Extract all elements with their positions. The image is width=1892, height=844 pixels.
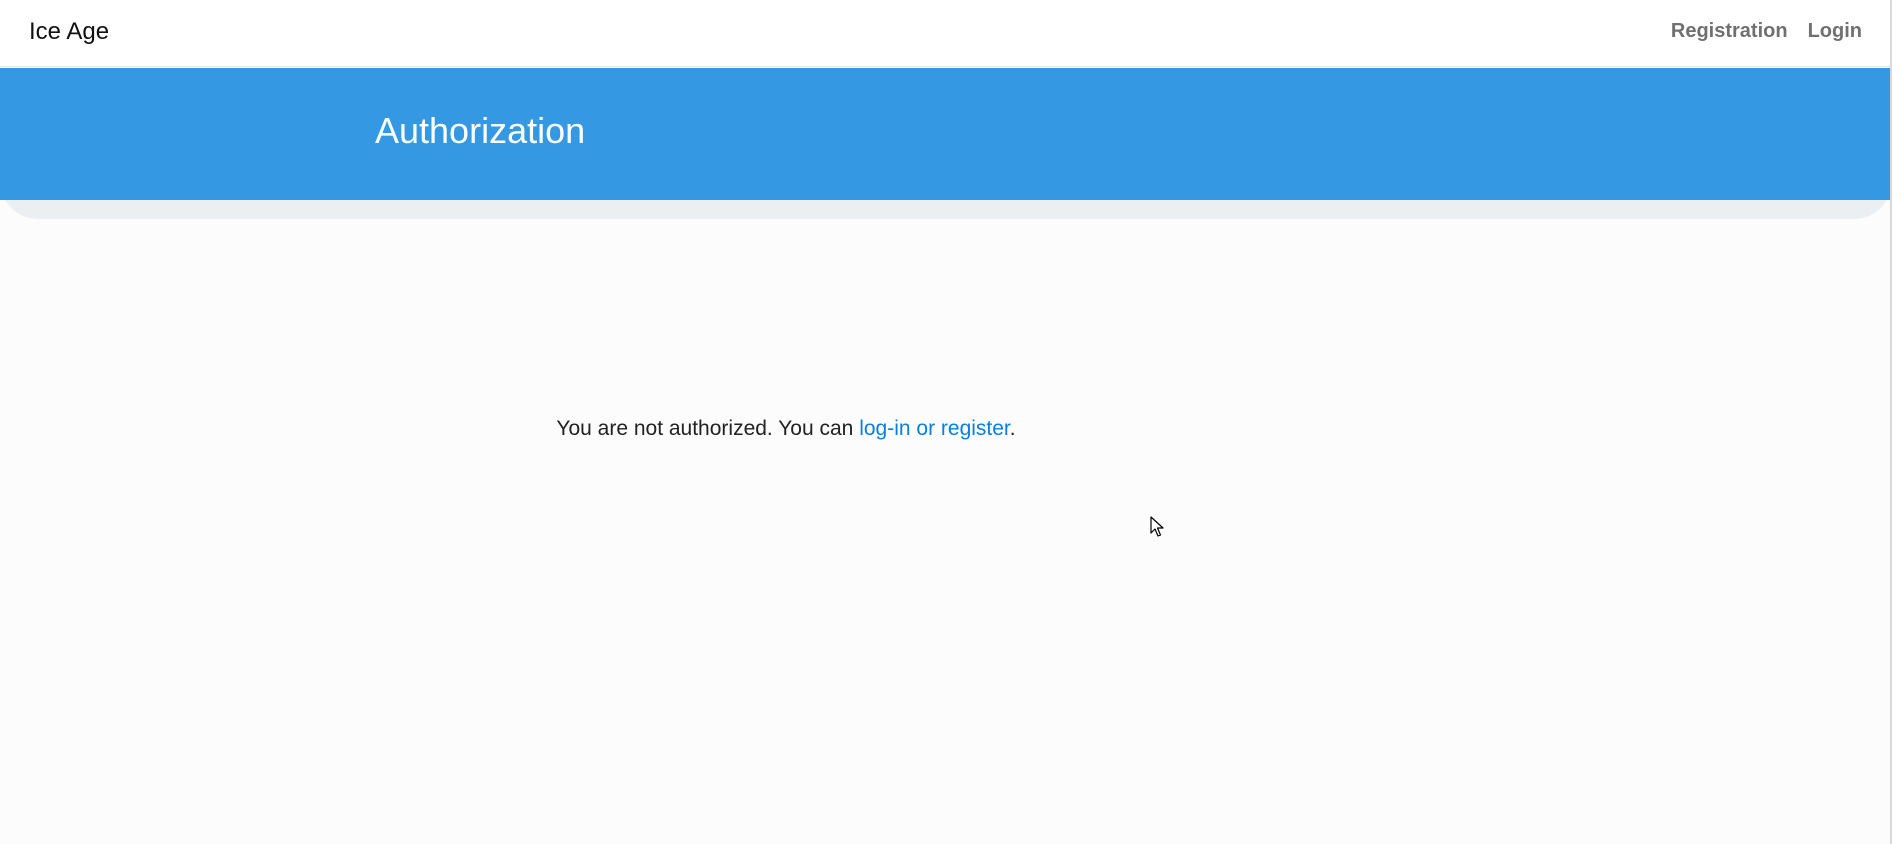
auth-message: You are not authorized. You can log-in o… bbox=[0, 415, 1732, 443]
login-link[interactable]: Login bbox=[1808, 18, 1862, 44]
login-or-register-link[interactable]: log-in or register bbox=[859, 417, 1010, 440]
page-title: Authorization bbox=[375, 110, 586, 151]
nav-links: Registration Login bbox=[1671, 18, 1862, 44]
brand-link[interactable]: Ice Age bbox=[29, 17, 109, 47]
navbar: Ice Age Registration Login bbox=[0, 0, 1892, 67]
auth-message-prefix: You are not authorized. You can bbox=[556, 417, 860, 440]
hero-banner: Authorization bbox=[0, 68, 1892, 200]
mouse-pointer-icon bbox=[1150, 516, 1164, 537]
auth-message-suffix: . bbox=[1009, 417, 1016, 440]
page: Ice Age Registration Login Authorization… bbox=[0, 0, 1892, 844]
registration-link[interactable]: Registration bbox=[1671, 18, 1788, 44]
